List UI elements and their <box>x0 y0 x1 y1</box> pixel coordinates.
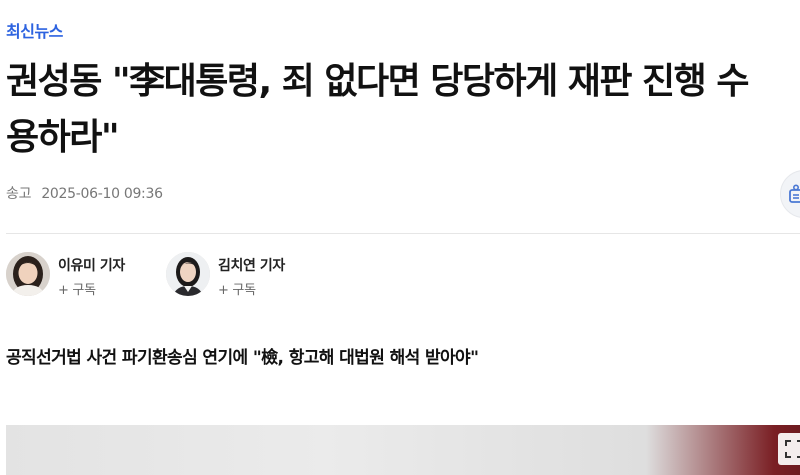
reporter-avatar[interactable] <box>6 252 50 296</box>
reporter-name[interactable]: 김치연 기자 <box>218 255 285 275</box>
expand-icon <box>785 440 800 458</box>
article-page: 최신뉴스 권성동 "李대통령, 죄 없다면 당당하게 재판 진행 수용하라" 송… <box>0 0 800 475</box>
subscribe-button[interactable]: + 구독 <box>58 279 96 298</box>
article-subheadline: 공직선거법 사건 파기환송심 연기에 "檢, 항고해 대법원 해석 받아야" <box>6 348 479 368</box>
share-button[interactable] <box>780 170 800 218</box>
section-link-latest-news[interactable]: 최신뉴스 <box>6 18 63 42</box>
subscribe-button[interactable]: + 구독 <box>218 279 256 298</box>
meta-divider <box>6 233 800 234</box>
reporter-name[interactable]: 이유미 기자 <box>58 255 125 275</box>
article-photo <box>6 425 800 475</box>
reporter-avatar[interactable] <box>166 252 210 296</box>
sent-label: 송고 <box>6 186 32 202</box>
article-headline: 권성동 "李대통령, 죄 없다면 당당하게 재판 진행 수용하라" <box>6 61 749 158</box>
article-meta: 송고 2025-06-10 09:36 <box>6 183 163 203</box>
photo-expand-button[interactable] <box>778 433 800 465</box>
article-timestamp: 2025-06-10 09:36 <box>41 186 163 202</box>
share-icon <box>789 184 800 203</box>
